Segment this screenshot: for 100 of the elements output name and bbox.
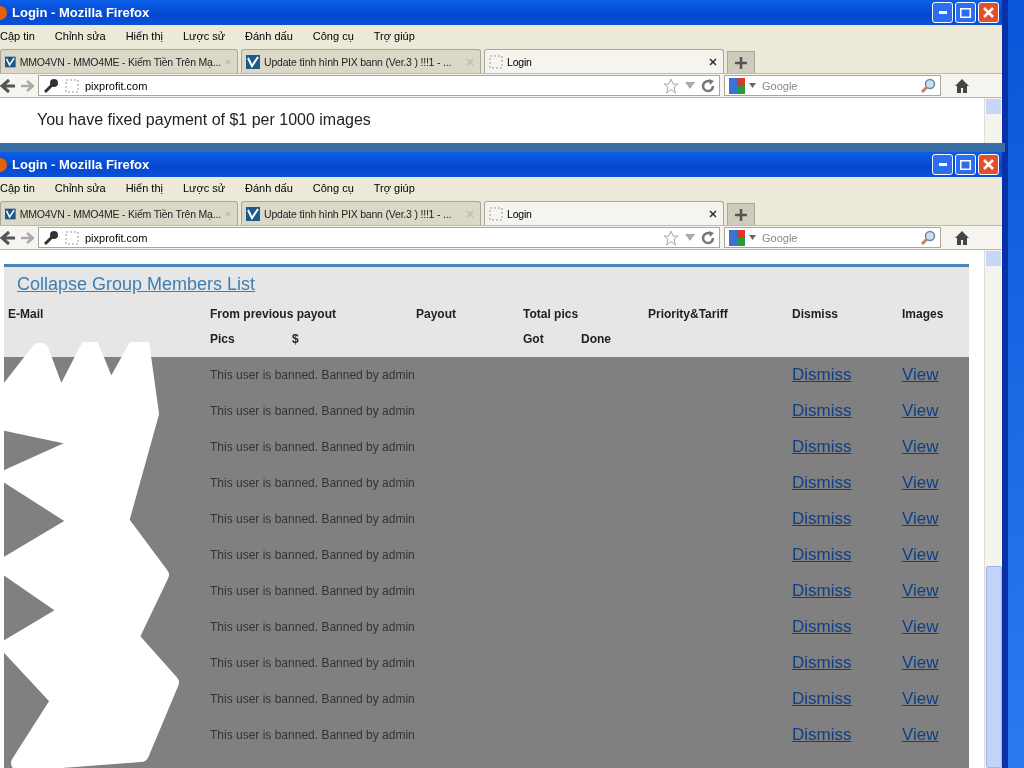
dismiss-link[interactable]: Dismiss — [792, 401, 852, 421]
minimize-button[interactable] — [932, 2, 953, 23]
dismiss-link[interactable]: Dismiss — [792, 581, 852, 601]
column-header: Priority&Tariff — [648, 306, 728, 321]
close-button[interactable] — [978, 154, 999, 175]
browser-tab[interactable]: Login — [484, 201, 724, 225]
page-icon — [5, 54, 16, 69]
close-tab-icon[interactable] — [709, 209, 717, 218]
new-tab-button[interactable] — [727, 203, 755, 225]
browser-tab[interactable]: MMO4VN - MMO4ME - Kiếm Tiền Trên Mạ... — [0, 201, 238, 225]
view-link[interactable]: View — [902, 617, 939, 637]
plus-icon — [735, 208, 747, 221]
view-link[interactable]: View — [902, 473, 939, 493]
menu-item[interactable]: Trợ giúp — [373, 30, 415, 42]
dismiss-link[interactable]: Dismiss — [792, 725, 852, 745]
maximize-icon — [960, 7, 971, 18]
view-link[interactable]: View — [902, 437, 939, 457]
browser-tab[interactable]: Login — [484, 49, 724, 73]
view-link[interactable]: View — [902, 689, 939, 709]
column-subheader: $ — [292, 331, 299, 346]
address-field[interactable]: pixprofit.com — [38, 227, 720, 248]
tab-label: Login — [507, 207, 533, 220]
tab-label: Update tình hình PIX bann (Ver.3 ) !!!1 - ... — [264, 207, 453, 220]
dismiss-link[interactable]: Dismiss — [792, 437, 852, 457]
search-engine-icon[interactable] — [729, 229, 745, 246]
star-icon[interactable] — [663, 77, 679, 94]
window-title: Login - Mozilla Firefox — [11, 157, 151, 172]
tab-label: Update tình hình PIX bann (Ver.3 ) !!!1 - ... — [264, 55, 453, 68]
reload-icon[interactable] — [701, 230, 715, 245]
dropdown-icon[interactable] — [749, 235, 756, 240]
page-icon — [5, 206, 16, 221]
menu-item[interactable]: Cập tin — [0, 182, 35, 194]
status-cell: This user is banned. Banned by admin — [210, 512, 415, 526]
menu-item[interactable]: Lược sử — [182, 182, 226, 194]
key-icon — [43, 77, 59, 94]
back-icon[interactable] — [0, 77, 16, 94]
browser-tab[interactable]: Update tình hình PIX bann (Ver.3 ) !!!1 - ... — [241, 49, 481, 73]
search-icon[interactable] — [920, 77, 936, 94]
view-link[interactable]: View — [902, 581, 939, 601]
column-subheader: Pics — [210, 331, 235, 346]
close-button[interactable] — [978, 2, 999, 23]
menu-item[interactable]: Chỉnh sửa — [54, 182, 106, 194]
address-field[interactable]: pixprofit.com — [38, 75, 720, 96]
maximize-icon — [960, 159, 971, 170]
dismiss-link[interactable]: Dismiss — [792, 689, 852, 709]
menu-item[interactable]: Đánh dấu — [245, 182, 293, 194]
status-cell: This user is banned. Banned by admin — [210, 476, 415, 490]
view-link[interactable]: View — [902, 653, 939, 673]
search-icon[interactable] — [920, 229, 936, 246]
menu-item[interactable]: Hiển thị — [125, 182, 163, 194]
menu-item[interactable]: Cập tin — [0, 30, 35, 42]
maximize-button[interactable] — [955, 154, 976, 175]
search-bar[interactable]: Google — [724, 227, 941, 248]
browser-tab[interactable]: Update tình hình PIX bann (Ver.3 ) !!!1 - ... — [241, 201, 481, 225]
dismiss-link[interactable]: Dismiss — [792, 509, 852, 529]
status-cell: This user is banned. Banned by admin — [210, 440, 415, 454]
dismiss-link[interactable]: Dismiss — [792, 365, 852, 385]
menu-item[interactable]: Hiển thị — [125, 30, 163, 42]
url-text: pixprofit.com — [85, 231, 149, 244]
scrollbar[interactable] — [984, 250, 1002, 768]
column-header: Dismiss — [792, 306, 839, 321]
column-header: Images — [902, 306, 944, 321]
close-icon — [983, 7, 994, 18]
minimize-button[interactable] — [932, 154, 953, 175]
close-icon — [983, 159, 994, 170]
collapse-link[interactable]: Collapse Group Members List — [17, 274, 256, 295]
back-icon[interactable] — [0, 229, 16, 246]
page-icon — [65, 78, 79, 93]
status-cell: This user is banned. Banned by admin — [210, 620, 415, 634]
menu-item[interactable]: Đánh dấu — [245, 30, 293, 42]
dropdown-icon[interactable] — [749, 83, 756, 88]
home-icon[interactable] — [954, 229, 970, 246]
scrollbar[interactable] — [984, 98, 1002, 143]
maximize-button[interactable] — [955, 2, 976, 23]
menu-item[interactable]: Công cụ — [312, 30, 354, 42]
menu-item[interactable]: Công cụ — [312, 182, 354, 194]
menu-item[interactable]: Lược sử — [182, 30, 226, 42]
star-icon[interactable] — [663, 229, 679, 246]
menu-item[interactable]: Trợ giúp — [373, 182, 415, 194]
view-link[interactable]: View — [902, 365, 939, 385]
reload-icon[interactable] — [701, 78, 715, 93]
dismiss-link[interactable]: Dismiss — [792, 617, 852, 637]
status-cell: This user is banned. Banned by admin — [210, 404, 415, 418]
dismiss-link[interactable]: Dismiss — [792, 545, 852, 565]
browser-tab[interactable]: MMO4VN - MMO4ME - Kiếm Tiền Trên Mạ... — [0, 49, 238, 73]
search-engine-icon[interactable] — [729, 77, 745, 94]
menu-item[interactable]: Chỉnh sửa — [54, 30, 106, 42]
view-link[interactable]: View — [902, 725, 939, 745]
new-tab-button[interactable] — [727, 51, 755, 73]
home-icon[interactable] — [954, 77, 970, 94]
dismiss-link[interactable]: Dismiss — [792, 653, 852, 673]
plus-icon — [735, 56, 747, 69]
dismiss-link[interactable]: Dismiss — [792, 473, 852, 493]
column-subheader: Got — [523, 331, 544, 346]
view-link[interactable]: View — [902, 545, 939, 565]
close-tab-icon[interactable] — [709, 57, 717, 66]
tab-label: Login — [507, 55, 533, 68]
view-link[interactable]: View — [902, 509, 939, 529]
view-link[interactable]: View — [902, 401, 939, 421]
search-bar[interactable]: Google — [724, 75, 941, 96]
